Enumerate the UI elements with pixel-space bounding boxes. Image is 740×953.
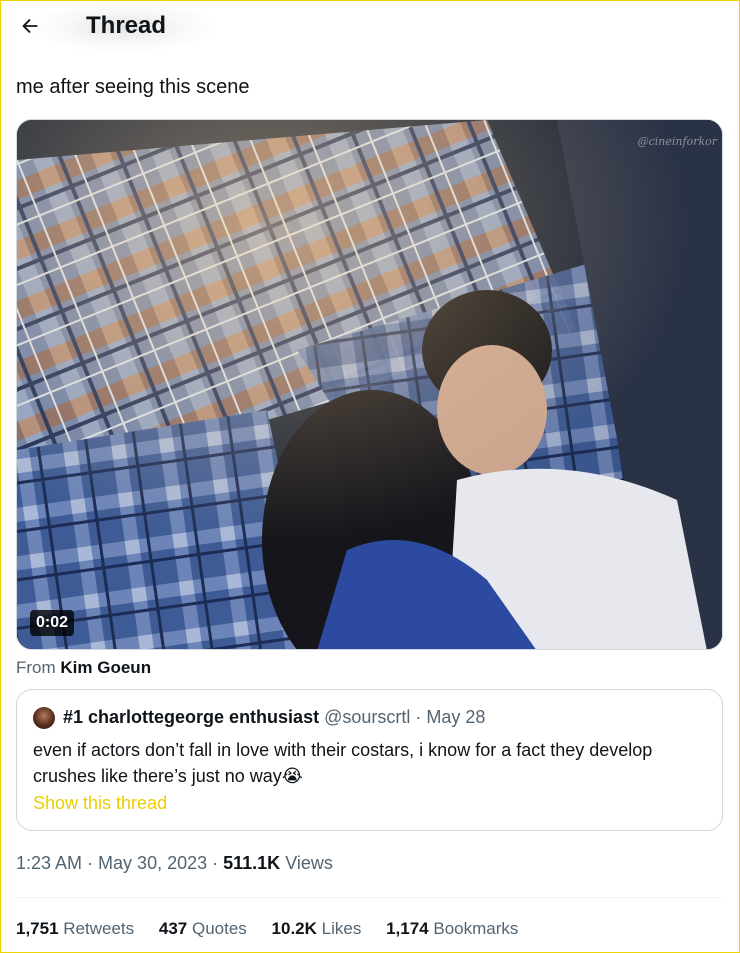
meta-separator: · [82, 853, 99, 873]
likes-stat[interactable]: 10.2K Likes [272, 919, 362, 938]
from-name[interactable]: Kim Goeun [60, 658, 151, 677]
likes-count: 10.2K [271, 919, 317, 938]
divider [16, 897, 723, 898]
video-watermark: @cineinforkor [638, 135, 718, 148]
from-prefix: From [16, 658, 56, 677]
quote-body: even if actors don’t fall in love with t… [33, 740, 653, 786]
bookmarks-count: 1,174 [386, 919, 429, 938]
video-player[interactable]: @cineinforkor 0:02 [16, 119, 723, 650]
retweets-stat[interactable]: 1,751 Retweets [16, 919, 134, 938]
quote-text: even if actors don’t fall in love with t… [33, 737, 713, 789]
quotes-label: Quotes [192, 919, 247, 938]
page-title: Thread [86, 12, 167, 39]
tweet-date[interactable]: May 30, 2023 [98, 853, 207, 873]
back-button[interactable] [12, 8, 48, 44]
quote-display-name[interactable]: #1 charlottegeorge enthusiast [63, 707, 319, 727]
meta-separator: · [207, 853, 224, 873]
likes-label: Likes [321, 919, 362, 938]
video-frame: @cineinforkor [17, 120, 722, 649]
arrow-left-icon [22, 18, 38, 34]
avatar[interactable] [33, 707, 55, 729]
show-thread-link[interactable]: Show this thread [33, 793, 167, 814]
quoted-tweet[interactable]: #1 charlottegeorge enthusiast @sourscrtl… [16, 689, 723, 831]
quotes-count: 437 [158, 919, 188, 938]
quote-handle[interactable]: @sourscrtl [324, 707, 410, 727]
video-source: From Kim Goeun [16, 658, 151, 678]
retweets-count: 1,751 [16, 919, 59, 938]
views-count: 511.1K [223, 853, 281, 873]
bookmarks-stat[interactable]: 1,174 Bookmarks [386, 919, 518, 938]
tweet-time[interactable]: 1:23 AM [16, 853, 82, 873]
retweets-label: Retweets [63, 919, 135, 938]
quote-header: #1 charlottegeorge enthusiast @sourscrtl… [63, 707, 485, 728]
bookmarks-label: Bookmarks [433, 919, 519, 938]
tweet-meta: 1:23 AM · May 30, 2023 · 511.1K Views [16, 853, 333, 874]
quote-date[interactable]: May 28 [426, 707, 485, 727]
quotes-stat[interactable]: 437 Quotes [159, 919, 247, 938]
tweet-text: me after seeing this scene [16, 76, 250, 98]
engagement-stats: 1,751 Retweets 437 Quotes 10.2K Likes 1,… [16, 919, 538, 939]
crying-emoji-icon: 😭 [281, 766, 303, 786]
video-duration-badge: 0:02 [30, 610, 75, 636]
thread-header: Thread [0, 0, 740, 54]
views-label: Views [285, 853, 333, 873]
quote-separator: · [410, 707, 427, 727]
